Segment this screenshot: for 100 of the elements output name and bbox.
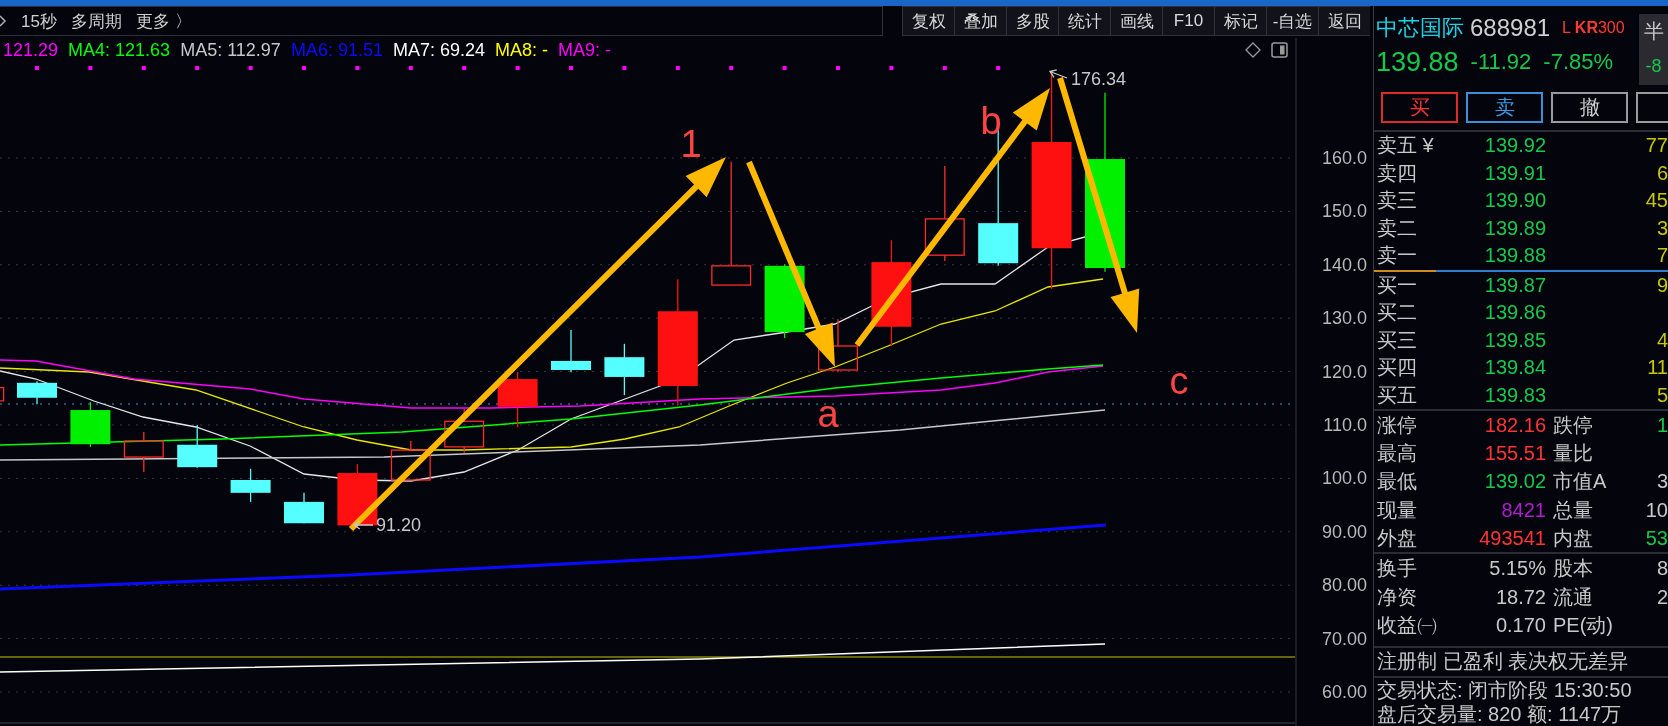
trading-status: 交易状态: 闭市阶段 15:30:50	[1377, 678, 1632, 704]
stat-value: 182.16	[1484, 413, 1546, 437]
ask-volume: 45	[1645, 189, 1668, 213]
trade-button[interactable]: 买	[1381, 92, 1458, 123]
stat-value: 18.72	[1495, 585, 1546, 609]
ask-level-label: 卖四	[1377, 160, 1418, 186]
bid-price: 139.85	[1484, 328, 1546, 352]
toolbar-button[interactable]: -自选	[1266, 6, 1318, 36]
annotation-label: b	[980, 100, 1002, 142]
trade-button[interactable]: 卖	[1466, 92, 1543, 123]
stat-label: 收益㈠	[1377, 612, 1438, 638]
candle	[0, 386, 5, 402]
last-price: 139.88	[1376, 46, 1459, 78]
stat-value: 8	[1656, 557, 1668, 581]
ask-price: 139.91	[1484, 161, 1546, 185]
candle	[284, 492, 324, 524]
ma-legend-label: MA4: 121.63	[68, 39, 171, 61]
stat-label: 市值A	[1552, 469, 1608, 495]
ma-legend-label: MA7: 69.24	[392, 39, 485, 61]
pointer-arrow	[1048, 69, 1068, 79]
bid-level-label: 买四	[1377, 355, 1418, 381]
ask-level-label: 卖一	[1377, 243, 1418, 269]
annotation-label: c	[1169, 360, 1189, 402]
stat-label: 流通	[1552, 584, 1594, 610]
stat-value: 493541	[1479, 526, 1546, 550]
stat-value: 1	[1656, 413, 1668, 437]
axis-label: 100.0	[1321, 468, 1367, 489]
axis-label: 90.00	[1321, 521, 1367, 542]
side-panel-tab[interactable]: 半 -8	[1639, 14, 1668, 85]
ask-price: 139.90	[1484, 189, 1546, 213]
axis-label: 130.0	[1321, 308, 1367, 329]
pointer-arrow	[352, 520, 374, 530]
sidebar-icon[interactable]	[1271, 42, 1288, 58]
stat-value: 8421	[1501, 498, 1546, 522]
candle	[230, 468, 271, 503]
candle	[604, 343, 645, 396]
toolbar-button[interactable]: F10	[1162, 6, 1214, 36]
chevron-icon[interactable]	[0, 14, 7, 28]
candle	[177, 424, 218, 469]
bid-volume: 11	[1647, 356, 1668, 380]
stat-label: 涨停	[1377, 412, 1418, 438]
toolbar-button[interactable]: 多股	[1006, 6, 1058, 36]
candle	[70, 401, 111, 448]
ask-price: 139.88	[1484, 244, 1546, 268]
price-label: 91.20	[376, 515, 422, 535]
stock-code: 688981	[1470, 14, 1551, 42]
stat-value: 139.02	[1484, 470, 1546, 494]
partial-button[interactable]	[1636, 92, 1668, 123]
toolbar-button[interactable]: 标记	[1214, 6, 1266, 36]
axis-label: 110.0	[1323, 415, 1367, 435]
stat-label: 最高	[1377, 440, 1418, 466]
stat-label: 股本	[1552, 556, 1594, 582]
bid-level-label: 买二	[1377, 300, 1418, 326]
period-tab[interactable]: 多周期	[70, 9, 122, 33]
stat-label: PE(动)	[1552, 612, 1614, 638]
bid-volume: 5	[1656, 383, 1668, 407]
bid-volume: 9	[1656, 273, 1668, 297]
ask-volume: 77	[1645, 134, 1668, 158]
toolbar-button[interactable]: 统计	[1058, 6, 1110, 36]
toolbar-button[interactable]: 复权	[902, 6, 954, 36]
ma-legend-label: MA9: -	[558, 39, 612, 61]
bid-level-label: 买三	[1377, 327, 1418, 353]
toolbar-button[interactable]: 画线	[1110, 6, 1162, 36]
bid-price: 139.83	[1484, 383, 1546, 407]
period-tab[interactable]: 15秒	[21, 9, 57, 33]
stat-value: 3	[1656, 470, 1668, 494]
bid-price: 139.86	[1484, 301, 1546, 325]
period-tab[interactable]: 更多 〉	[135, 9, 192, 33]
candle	[390, 440, 431, 481]
ask-level-label: 卖五 ¥	[1377, 133, 1435, 159]
stat-label: 内盘	[1552, 525, 1594, 551]
ma-legend-label: MA5: 112.97	[180, 39, 281, 61]
stat-value: 2	[1656, 585, 1668, 609]
stat-value: 5.15%	[1489, 557, 1546, 581]
after-hours-info: 盘后交易量: 820 额: 1147万	[1377, 702, 1622, 726]
stat-value: 10	[1645, 498, 1668, 522]
stock-name: 中芯国际	[1376, 14, 1464, 42]
bid-level-label: 买五	[1377, 382, 1418, 408]
price-change: -11.92	[1470, 49, 1532, 75]
toolbar-button[interactable]: 叠加	[954, 6, 1006, 36]
stat-label: 现量	[1377, 497, 1418, 523]
ask-level-label: 卖二	[1377, 215, 1418, 241]
stat-label: 换手	[1377, 556, 1418, 582]
axis-label: 160.0	[1321, 148, 1367, 168]
percent-change: -7.85%	[1543, 49, 1614, 75]
toolbar-button[interactable]: 返回	[1318, 6, 1370, 36]
annotation-label: 1	[680, 123, 702, 165]
trade-button[interactable]: 撤	[1551, 92, 1628, 123]
ask-volume: 3	[1656, 216, 1668, 240]
stat-label: 外盘	[1377, 525, 1418, 551]
candle	[17, 380, 57, 405]
stat-value: 0.170	[1495, 613, 1546, 637]
bid-price: 139.84	[1484, 356, 1546, 380]
stat-label: 最低	[1377, 469, 1418, 495]
diamond-icon[interactable]	[1245, 42, 1261, 58]
candle	[123, 431, 164, 473]
axis-label: 150.0	[1321, 201, 1367, 222]
bid-level-label: 买一	[1377, 272, 1418, 298]
stat-value: 155.51	[1484, 441, 1546, 465]
stat-label: 量比	[1552, 440, 1594, 466]
